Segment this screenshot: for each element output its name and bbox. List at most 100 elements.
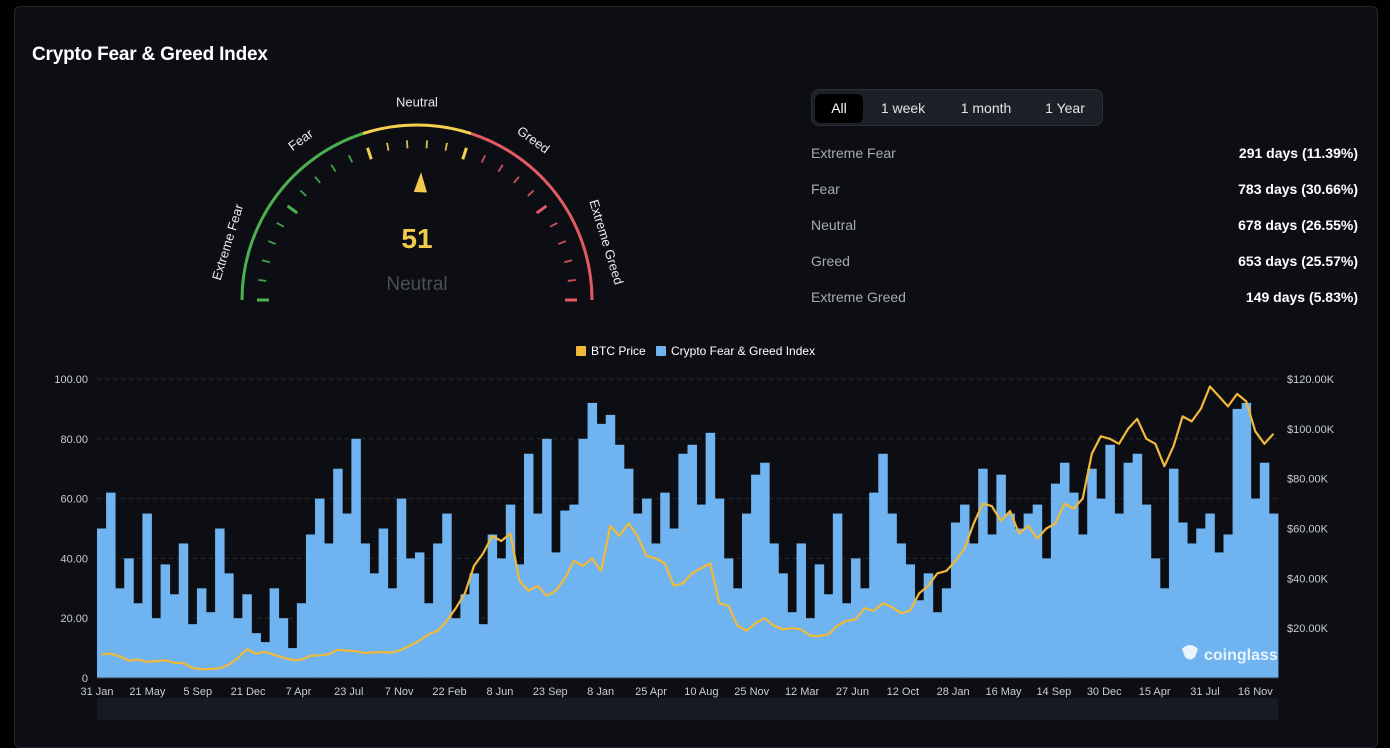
index-bar	[623, 468, 634, 678]
index-bar	[950, 522, 961, 678]
index-bar	[1114, 513, 1124, 678]
x-tick-label: 22 Feb	[432, 686, 466, 698]
index-bar	[151, 618, 161, 678]
index-bar	[787, 612, 797, 678]
zoom-slider	[97, 698, 1278, 720]
filter-1-month[interactable]: 1 month	[944, 94, 1028, 123]
index-bar	[424, 603, 434, 678]
x-tick-label: 7 Apr	[286, 686, 312, 698]
gauge-tick	[406, 140, 409, 149]
gauge-tick	[261, 259, 270, 264]
stat-row-neutral: Neutral 678 days (26.55%)	[811, 210, 1358, 246]
y-right-tick-label: $100.00K	[1287, 424, 1335, 436]
stat-value: 678 days (26.55%)	[1238, 217, 1358, 233]
index-bar	[542, 438, 552, 678]
index-bar	[587, 402, 598, 678]
gauge-tick	[425, 140, 428, 149]
index-bar	[1123, 462, 1134, 678]
stat-value: 653 days (25.57%)	[1238, 253, 1358, 269]
y-right-tick-label: $60.00K	[1287, 524, 1329, 536]
index-bar	[442, 513, 452, 678]
y-right-tick-label: $120.00K	[1287, 374, 1335, 386]
index-bar	[414, 552, 425, 678]
index-bar	[778, 573, 788, 678]
index-bar	[169, 594, 180, 678]
index-bar	[1014, 528, 1025, 678]
x-tick-label: 25 Nov	[734, 686, 769, 698]
index-bar	[1069, 492, 1079, 678]
index-bar	[106, 492, 116, 678]
index-bar	[569, 504, 579, 678]
index-bar	[1141, 504, 1152, 678]
index-bar	[860, 588, 870, 678]
gauge-tick	[267, 240, 277, 245]
index-bar	[687, 444, 697, 678]
index-bar	[1150, 558, 1161, 678]
index-bar	[1078, 534, 1088, 678]
filter-1-year[interactable]: 1 Year	[1034, 94, 1096, 123]
index-bar	[732, 588, 743, 678]
index-bar	[1023, 513, 1034, 678]
x-tick-label: 12 Oct	[887, 686, 919, 698]
gauge-tick	[286, 204, 299, 215]
gauge-zone-label: Neutral	[396, 94, 438, 109]
index-bar	[642, 498, 652, 678]
index-bar	[914, 600, 925, 678]
stat-label: Extreme Greed	[811, 289, 906, 305]
index-bar	[987, 534, 997, 678]
gauge-tick	[314, 176, 321, 184]
x-tick-label: 16 Nov	[1238, 686, 1273, 698]
x-tick-label: 5 Sep	[183, 686, 212, 698]
x-tick-label: 14 Sep	[1036, 686, 1071, 698]
y-left-tick-label: 40.00	[60, 553, 88, 565]
index-bar	[560, 510, 570, 678]
gauge-zone-label: Fear	[285, 125, 316, 153]
gauge-tick	[330, 164, 337, 173]
x-tick-label: 21 Dec	[231, 686, 266, 698]
index-bar	[505, 504, 516, 678]
gauge-tick	[480, 154, 486, 163]
index-bar	[796, 543, 806, 678]
index-bar	[1005, 513, 1015, 678]
gauge-tick	[535, 204, 548, 215]
index-bar	[723, 558, 734, 678]
index-bar	[242, 594, 252, 678]
index-bar	[378, 528, 389, 678]
filter-all[interactable]: All	[815, 94, 863, 123]
legend-label: BTC Price	[591, 344, 646, 358]
index-bar	[115, 588, 125, 678]
x-tick-label: 30 Dec	[1087, 686, 1122, 698]
index-bar	[251, 633, 261, 678]
filter-1-week[interactable]: 1 week	[868, 94, 938, 123]
index-bar	[932, 612, 943, 678]
index-bar	[1159, 588, 1170, 678]
index-bar	[696, 504, 707, 678]
index-bar	[278, 618, 289, 678]
gauge-tick	[527, 189, 535, 197]
index-bar	[660, 492, 670, 678]
gauge-tick	[348, 154, 354, 163]
index-bar	[1259, 462, 1270, 678]
stat-label: Greed	[811, 253, 850, 269]
gauge-tick	[386, 142, 390, 151]
y-right-tick-label: $40.00K	[1287, 573, 1329, 585]
index-bar	[1059, 462, 1070, 678]
stat-row-fear: Fear 783 days (30.66%)	[811, 174, 1358, 210]
page-title: Crypto Fear & Greed Index	[32, 44, 268, 65]
index-bar	[978, 468, 988, 678]
gauge-tick	[564, 259, 573, 264]
index-bar	[269, 588, 280, 678]
index-bar	[97, 528, 107, 678]
index-bar	[742, 513, 752, 678]
index-bar	[651, 543, 661, 678]
gauge-tick	[444, 142, 448, 151]
index-bar	[751, 474, 761, 678]
index-bar	[315, 498, 325, 678]
index-bar	[996, 474, 1006, 678]
index-bar	[1232, 408, 1243, 678]
x-tick-label: 10 Aug	[684, 686, 718, 698]
index-bar	[578, 438, 588, 678]
index-bar	[342, 513, 352, 678]
index-bar	[387, 588, 398, 678]
x-tick-label: 23 Jul	[334, 686, 363, 698]
